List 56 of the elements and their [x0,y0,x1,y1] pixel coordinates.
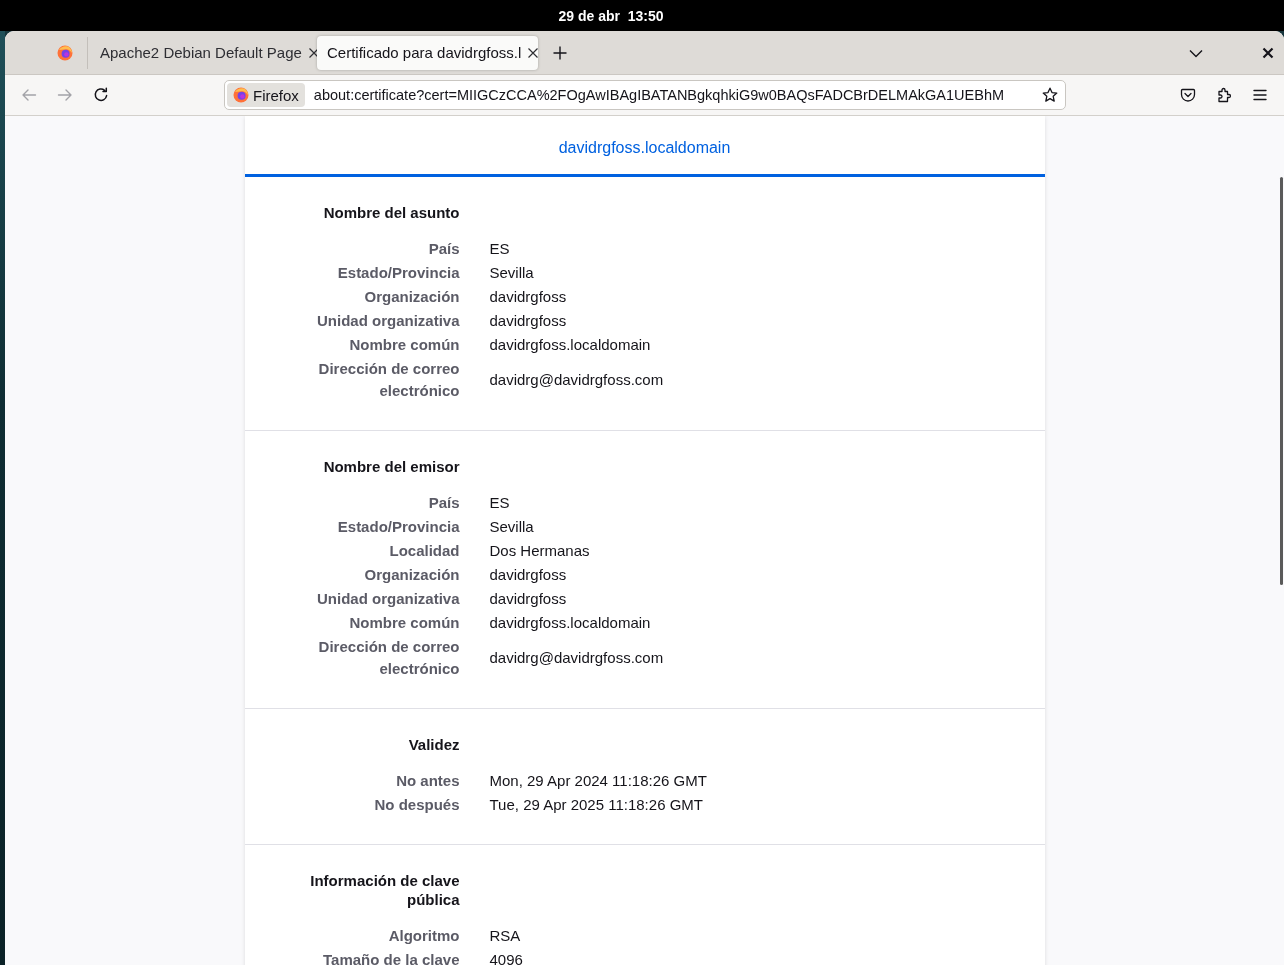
field-label: Unidad organizativa [315,311,460,331]
identity-button[interactable]: Firefox [227,83,305,107]
field-value: Mon, 29 Apr 2024 11:18:26 GMT [489,771,707,791]
field-label: Nombre común [348,613,460,633]
field-label: Estado/Provincia [336,263,460,283]
section-title: Información de clave pública [309,871,460,909]
logo-icon[interactable] [57,44,73,61]
star-icon[interactable] [1042,87,1058,103]
menu-icon[interactable] [1252,87,1268,103]
close-icon[interactable] [527,46,540,59]
field-value: 4096 [489,950,523,965]
close-icon[interactable] [307,46,320,59]
browser-tab[interactable]: Apache2 Debian Default Page [90,35,314,70]
field-label: Unidad organizativa [315,589,460,609]
field-label: Localidad [388,541,460,561]
section-title: Validez [407,735,460,754]
field-value: Dos Hermanas [489,541,590,561]
certificate-tab[interactable]: davidrgfoss.localdomain [244,116,1045,177]
field-label: Organización [363,565,460,585]
field-value: RSA [489,926,521,946]
field-value: davidrgfoss [489,311,567,331]
clock: 29 de abr 13:50 [558,7,664,24]
field-label: No después [373,795,460,815]
scrollbar-thumb[interactable] [1280,177,1283,585]
pocket-icon[interactable] [1180,87,1196,103]
field-label: Dirección de correo electrónico [317,359,460,401]
field-value: ES [489,493,510,513]
puzzle-icon[interactable] [1216,87,1232,103]
field-value: Sevilla [489,517,534,537]
field-value: davidrgfoss [489,565,567,585]
logo-icon [233,87,249,103]
field-label: Organización [363,287,460,307]
reload-icon[interactable] [93,87,109,103]
field-value: davidrgfoss.localdomain [489,613,651,633]
field-label: País [427,239,460,259]
field-value: davidrg@davidrgfoss.com [489,370,664,390]
field-value: Tue, 29 Apr 2025 11:18:26 GMT [489,795,703,815]
field-value: davidrgfoss [489,589,567,609]
browser-tab[interactable]: Certificado para davidrgfoss.l [317,35,538,70]
section-title: Nombre del emisor [322,457,460,476]
field-value: davidrgfoss.localdomain [489,335,651,355]
field-value: ES [489,239,510,259]
field-value: Sevilla [489,263,534,283]
field-label: Dirección de correo electrónico [317,637,460,679]
field-label: Algoritmo [387,926,460,946]
close-icon[interactable] [1262,46,1274,59]
field-label: Tamaño de la clave [322,950,460,965]
section-title: Nombre del asunto [322,203,460,222]
field-label: No antes [395,771,460,791]
field-label: País [427,493,460,513]
field-label: Nombre común [348,335,460,355]
field-label: Estado/Provincia [336,517,460,537]
field-value: davidrg@davidrgfoss.com [489,648,664,668]
plus-icon[interactable] [552,44,568,61]
url-field[interactable]: about:certificate?cert=MIIGCzCCA%2FOgAwIBAgIBATANBgkqhkiG9w0BAQsFADCBrDELMAkGA1UEBhM [313,87,1036,103]
field-value: davidrgfoss [489,287,567,307]
